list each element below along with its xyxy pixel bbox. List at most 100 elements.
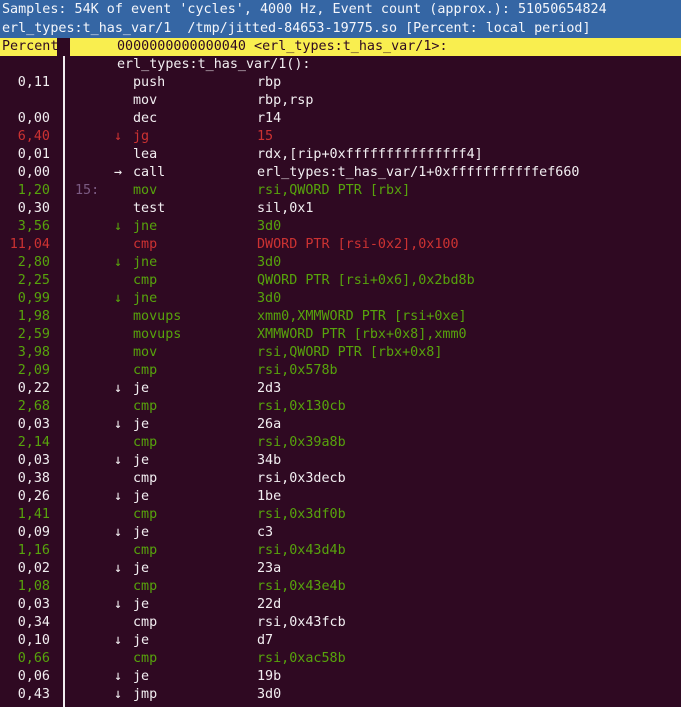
asm-row[interactable]: 2,68cmprsi,0x130cb [0, 398, 681, 416]
asm-row[interactable]: 0,00→callerl_types:t_has_var/1+0xfffffff… [0, 164, 681, 182]
operands: 1be [257, 488, 281, 506]
asm-row[interactable]: 6,40↓jg15 [0, 128, 681, 146]
selected-row[interactable]: Percent 0000000000000040 <erl_types:t_ha… [0, 38, 681, 56]
mnemonic: cmp [133, 506, 157, 524]
mnemonic: mov [133, 182, 157, 200]
operands: erl_types:t_has_var/1+0xfffffffffffef660 [257, 164, 579, 182]
percent-value: 0,03 [0, 452, 50, 470]
asm-row[interactable]: 0,03↓je22d [0, 596, 681, 614]
separator-gap [57, 38, 70, 56]
asm-row[interactable]: 0,26↓je1be [0, 488, 681, 506]
operands: rsi,0xac58b [257, 650, 346, 668]
percent-value: 0,30 [0, 200, 50, 218]
asm-row[interactable]: 0,43↓jmp3d0 [0, 686, 681, 704]
mnemonic: je [133, 668, 149, 686]
operands: 23a [257, 560, 281, 578]
asm-row[interactable]: 2,59 movups XMMWORD PTR [rbx+0x8],xmm0 [0, 326, 681, 344]
asm-row[interactable]: 0,10↓jed7 [0, 632, 681, 650]
asm-row[interactable]: 0,03 ↓ je 34b [0, 452, 681, 470]
percent-value: 0,03 [0, 596, 50, 614]
asm-row[interactable]: 1,08cmprsi,0x43e4b [0, 578, 681, 596]
asm-row[interactable]: 0,30testsil,0x1 [0, 200, 681, 218]
jump-arrow-icon: ↓ [114, 452, 122, 470]
jump-arrow-icon: ↓ [114, 416, 122, 434]
asm-row[interactable]: 2,80↓jne3d0 [0, 254, 681, 272]
percent-column-header: Percent [2, 38, 58, 56]
percent-value: 2,68 [0, 398, 50, 416]
asm-row[interactable]: 1,98movupsxmm0,XMMWORD PTR [rsi+0xe] [0, 308, 681, 326]
operands: rbp,rsp [257, 92, 313, 110]
mnemonic: je [133, 560, 149, 578]
operands: 2d3 [257, 380, 281, 398]
asm-row[interactable]: 1,16cmprsi,0x43d4b [0, 542, 681, 560]
operands: rsi,0x39a8b [257, 434, 346, 452]
operands: 3d0 [257, 686, 281, 704]
percent-value: 2,59 [0, 326, 50, 344]
asm-row[interactable]: 2,25cmpQWORD PTR [rsi+0x6],0x2bd8b [0, 272, 681, 290]
mnemonic: je [133, 488, 149, 506]
percent-value: 3,98 [0, 344, 50, 362]
jump-arrow-icon: ↓ [114, 488, 122, 506]
asm-row[interactable]: 1,41 cmp rsi,0x3df0b [0, 506, 681, 524]
mnemonic: movups [133, 326, 181, 344]
jump-arrow-icon: ↓ [114, 632, 122, 650]
mnemonic: lea [133, 146, 157, 164]
operands: 34b [257, 452, 281, 470]
percent-value: 0,06 [0, 668, 50, 686]
percent-value: 0,09 [0, 524, 50, 542]
mnemonic: cmp [133, 434, 157, 452]
operands: rsi,0x43fcb [257, 614, 346, 632]
asm-row[interactable]: 2,14cmprsi,0x39a8b [0, 434, 681, 452]
mnemonic: cmp [133, 236, 157, 254]
asm-row[interactable]: 0,11pushrbp [0, 74, 681, 92]
mnemonic: cmp [133, 362, 157, 380]
asm-row[interactable]: 0,99 ↓ jne 3d0 [0, 290, 681, 308]
asm-row[interactable]: 0,06↓je19b [0, 668, 681, 686]
operands: 3d0 [257, 290, 281, 308]
asm-row[interactable]: 0,00decr14 [0, 110, 681, 128]
percent-value: 6,40 [0, 128, 50, 146]
operands: rsi,0x3df0b [257, 506, 346, 524]
asm-row[interactable]: 0,02↓je23a [0, 560, 681, 578]
mnemonic: je [133, 524, 149, 542]
mnemonic: push [133, 74, 165, 92]
asm-row[interactable]: 1,2015:movrsi,QWORD PTR [rbx] [0, 182, 681, 200]
jump-arrow-icon: ↓ [114, 380, 122, 398]
mnemonic: cmp [133, 578, 157, 596]
source-line: erl_types:t_has_var/1(): [117, 56, 310, 74]
jump-arrow-icon: ↓ [114, 686, 122, 704]
asm-row[interactable]: 0,66cmprsi,0xac58b [0, 650, 681, 668]
mnemonic: movups [133, 308, 181, 326]
percent-value: 1,41 [0, 506, 50, 524]
asm-row[interactable]: 2,09cmprsi,0x578b [0, 362, 681, 380]
operands: rsi,0x43d4b [257, 542, 346, 560]
asm-row[interactable]: 3,56↓jne3d0 [0, 218, 681, 236]
operands: 22d [257, 596, 281, 614]
asm-row[interactable]: 0,01leardx,[rip+0xfffffffffffffff4] [0, 146, 681, 164]
percent-value: 1,08 [0, 578, 50, 596]
mnemonic: je [133, 452, 149, 470]
operands: sil,0x1 [257, 200, 313, 218]
asm-row[interactable]: 0,09↓jec3 [0, 524, 681, 542]
asm-row[interactable]: 0,03↓je26a [0, 416, 681, 434]
asm-row[interactable]: movrbp,rsp [0, 92, 681, 110]
mnemonic: cmp [133, 470, 157, 488]
asm-row[interactable]: 0,34cmprsi,0x43fcb [0, 614, 681, 632]
asm-row[interactable]: 11,04cmpDWORD PTR [rsi-0x2],0x100 [0, 236, 681, 254]
percent-value: 0,38 [0, 470, 50, 488]
jump-arrow-icon: ↓ [114, 290, 122, 308]
loop-label: 15: [75, 182, 99, 200]
source-line-row[interactable]: erl_types:t_has_var/1(): [0, 56, 681, 74]
percent-value: 0,99 [0, 290, 50, 308]
asm-row[interactable]: 3,98movrsi,QWORD PTR [rbx+0x8] [0, 344, 681, 362]
percent-value: 2,80 [0, 254, 50, 272]
asm-row[interactable]: 0,22↓je2d3 [0, 380, 681, 398]
percent-value: 0,02 [0, 560, 50, 578]
percent-value: 1,20 [0, 182, 50, 200]
operands: XMMWORD PTR [rbx+0x8],xmm0 [257, 326, 467, 344]
percent-value: 2,09 [0, 362, 50, 380]
asm-row[interactable]: 0,38cmprsi,0x3decb [0, 470, 681, 488]
mnemonic: jne [133, 290, 157, 308]
operands: r14 [257, 110, 281, 128]
mnemonic: je [133, 416, 149, 434]
